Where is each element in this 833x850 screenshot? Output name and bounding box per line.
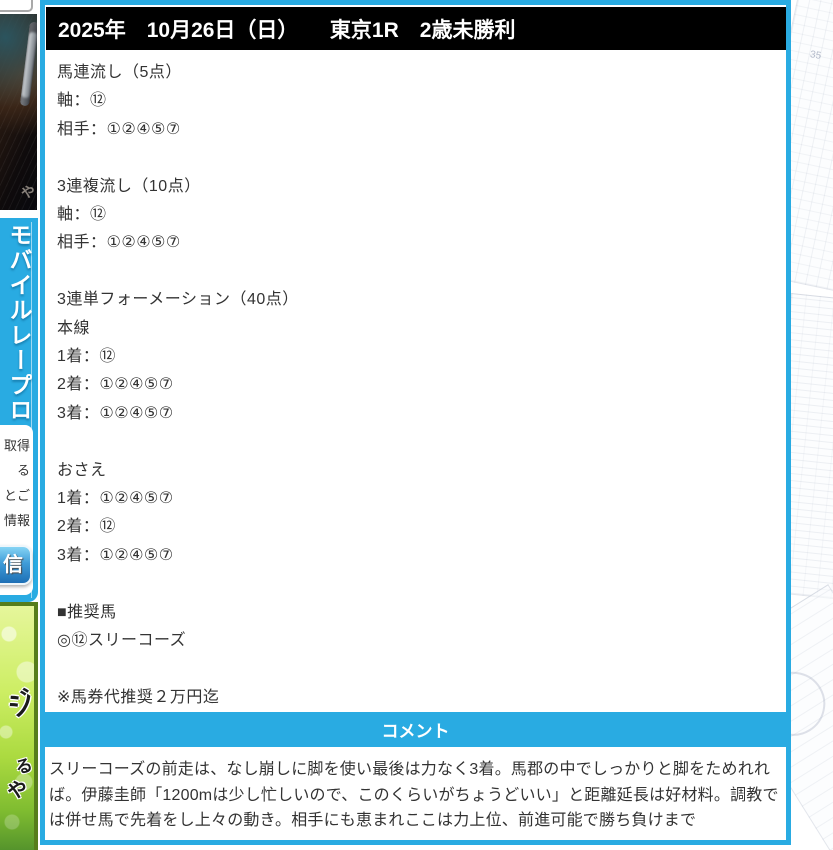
- tip-line: ◎⑫スリーコーズ: [57, 632, 187, 650]
- tip-line: [57, 570, 786, 598]
- tip-line: [57, 428, 786, 456]
- phone-icon: [19, 21, 37, 107]
- betting-tips: 馬連流し（5点） 軸：⑫ 相手：①②④⑤⑦ 3連複流し（10点） 軸：⑫ 相手：…: [45, 50, 786, 712]
- tip-line: ■推奨馬: [57, 603, 117, 621]
- tip-line: [57, 144, 786, 172]
- green-ad-text: ジ: [2, 684, 38, 724]
- tip-line: 相手：①②④⑤⑦: [57, 234, 181, 252]
- info-line: 情報: [3, 513, 30, 528]
- tip-line: 3着：①②④⑤⑦: [57, 404, 174, 422]
- tip-line: 軸：⑫: [57, 206, 107, 224]
- info-lines: 取得 る とご 情報: [0, 425, 33, 533]
- tip-line: 3連単フォーメーション（40点）: [57, 291, 299, 309]
- green-ad-banner[interactable]: ジ る や: [0, 602, 38, 850]
- tip-line: 1着：①②④⑤⑦: [57, 490, 174, 508]
- race-tips-panel: 2025年 10月26日（日） 東京1R 2歳未勝利 馬連流し（5点） 軸：⑫ …: [40, 0, 791, 845]
- race-title: 2025年 10月26日（日） 東京1R 2歳未勝利: [58, 18, 516, 42]
- tip-line: [57, 258, 786, 286]
- tip-line: ※馬券代推奨２万円迄: [57, 688, 220, 706]
- photo-ad-banner[interactable]: や: [0, 14, 37, 210]
- tip-line: 3連複流し（10点）: [57, 177, 201, 195]
- tip-line: 本線: [57, 319, 91, 337]
- info-line: とご: [3, 488, 30, 503]
- tip-line: 相手：①②④⑤⑦: [57, 120, 181, 138]
- comment-text: スリーコーズの前走は、なし崩しに脚を使い最後は力なく3着。馬郡の中でしっかりと脚…: [49, 761, 779, 830]
- tip-line: [57, 655, 786, 683]
- info-line: 取得: [3, 438, 30, 453]
- page: 35 や モバイルレープロ 取得 る とご 情報 信 ジ る や 2025年 1…: [0, 0, 833, 850]
- watermark-number: 35: [809, 49, 822, 62]
- sidebar-top-box: [0, 0, 33, 12]
- mobile-racepro-banner[interactable]: モバイルレープロ 取得 る とご 情報 信: [0, 218, 38, 602]
- info-line: る: [16, 463, 30, 478]
- photo-ad-text: や: [19, 182, 37, 202]
- tip-line: 3着：①②④⑤⑦: [57, 546, 174, 564]
- tip-line: 軸：⑫: [57, 92, 107, 110]
- left-sidebar: や モバイルレープロ 取得 る とご 情報 信 ジ る や: [0, 0, 38, 850]
- mobile-racepro-info-panel: 取得 る とご 情報 信: [0, 425, 33, 595]
- tip-line: 2着：①②④⑤⑦: [57, 376, 174, 394]
- comment-label: コメント: [381, 722, 450, 742]
- send-button[interactable]: 信: [0, 545, 32, 585]
- green-ad-text: や: [5, 777, 30, 805]
- comment-header: コメント: [45, 712, 786, 748]
- tip-line: 馬連流し（5点）: [57, 64, 182, 81]
- tip-line: 2着：⑫: [57, 518, 116, 536]
- tip-line: おさえ: [57, 461, 107, 479]
- tip-line: 1着：⑫: [57, 348, 116, 366]
- mobile-racepro-title: モバイルレープロ: [6, 223, 32, 423]
- race-header: 2025年 10月26日（日） 東京1R 2歳未勝利: [46, 7, 786, 50]
